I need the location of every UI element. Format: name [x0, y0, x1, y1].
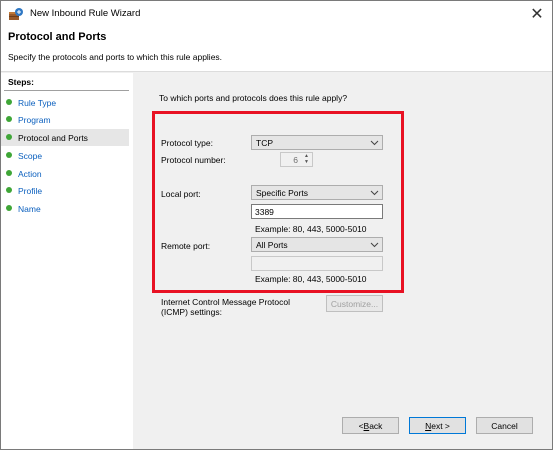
protocol-type-select[interactable]: TCP [251, 135, 383, 150]
step-status-dot-icon [6, 134, 12, 140]
wizard-window: New Inbound Rule Wizard ✕ Protocol and P… [0, 0, 553, 450]
main-panel: To which ports and protocols does this r… [134, 73, 552, 449]
chevron-down-icon [370, 140, 379, 146]
protocol-number-stepper: 6 ▲ ▼ [280, 152, 313, 167]
remote-port-input [251, 256, 383, 271]
steps-heading: Steps: [8, 77, 34, 87]
protocol-type-value: TCP [256, 137, 273, 148]
step-status-dot-icon [6, 99, 12, 105]
local-port-input[interactable]: 3389 [251, 204, 383, 219]
page-subtitle: Specify the protocols and ports to which… [8, 52, 223, 62]
page-title: Protocol and Ports [8, 31, 107, 43]
step-action[interactable]: Action [1, 165, 129, 182]
step-label: Action [18, 168, 42, 179]
step-status-dot-icon [6, 152, 12, 158]
title-bar: New Inbound Rule Wizard ✕ [1, 1, 552, 26]
protocol-number-value: 6 [293, 155, 298, 165]
local-port-label: Local port: [161, 189, 201, 199]
step-status-dot-icon [6, 205, 12, 211]
chevron-down-icon [370, 190, 379, 196]
close-icon[interactable]: ✕ [522, 1, 552, 26]
protocol-number-label: Protocol number: [161, 155, 226, 165]
step-program[interactable]: Program [1, 111, 129, 128]
remote-port-label: Remote port: [161, 241, 211, 251]
chevron-down-icon [370, 242, 379, 248]
remote-port-value: All Ports [256, 239, 288, 250]
next-button-label: ext > [431, 420, 450, 431]
step-status-dot-icon [6, 116, 12, 122]
steps-panel: Steps: Rule Type Program Protocol and Po… [1, 73, 133, 449]
icmp-label-line2: (ICMP) settings: [161, 307, 222, 317]
spinner-arrows-icon: ▲ ▼ [304, 153, 309, 165]
remote-port-example: Example: 80, 443, 5000-5010 [255, 274, 367, 284]
local-port-select[interactable]: Specific Ports [251, 185, 383, 200]
wizard-header: Protocol and Ports Specify the protocols… [1, 26, 552, 72]
step-status-dot-icon [6, 170, 12, 176]
step-label: Program [18, 114, 51, 125]
next-button[interactable]: Next > [409, 417, 466, 434]
customize-button: Customize... [326, 295, 383, 312]
back-button[interactable]: < Back [342, 417, 399, 434]
cancel-button[interactable]: Cancel [476, 417, 533, 434]
window-title: New Inbound Rule Wizard [30, 8, 141, 19]
step-label: Rule Type [18, 97, 57, 108]
remote-port-select[interactable]: All Ports [251, 237, 383, 252]
step-name[interactable]: Name [1, 200, 129, 217]
question-text: To which ports and protocols does this r… [159, 93, 348, 103]
step-protocol-and-ports[interactable]: Protocol and Ports [1, 129, 129, 146]
local-port-value: Specific Ports [256, 187, 308, 198]
protocol-type-label: Protocol type: [161, 138, 213, 148]
steps-divider [4, 90, 129, 91]
firewall-app-icon [9, 8, 23, 20]
step-label: Scope [18, 150, 43, 161]
back-button-label: ack [369, 420, 383, 431]
local-port-example: Example: 80, 443, 5000-5010 [255, 224, 367, 234]
step-profile[interactable]: Profile [1, 182, 129, 199]
step-label: Protocol and Ports [18, 132, 88, 143]
step-label: Name [18, 203, 41, 214]
step-status-dot-icon [6, 187, 12, 193]
step-label: Profile [18, 185, 43, 196]
step-scope[interactable]: Scope [1, 147, 129, 164]
icmp-label-line1: Internet Control Message Protocol [161, 297, 290, 307]
step-rule-type[interactable]: Rule Type [1, 94, 129, 111]
